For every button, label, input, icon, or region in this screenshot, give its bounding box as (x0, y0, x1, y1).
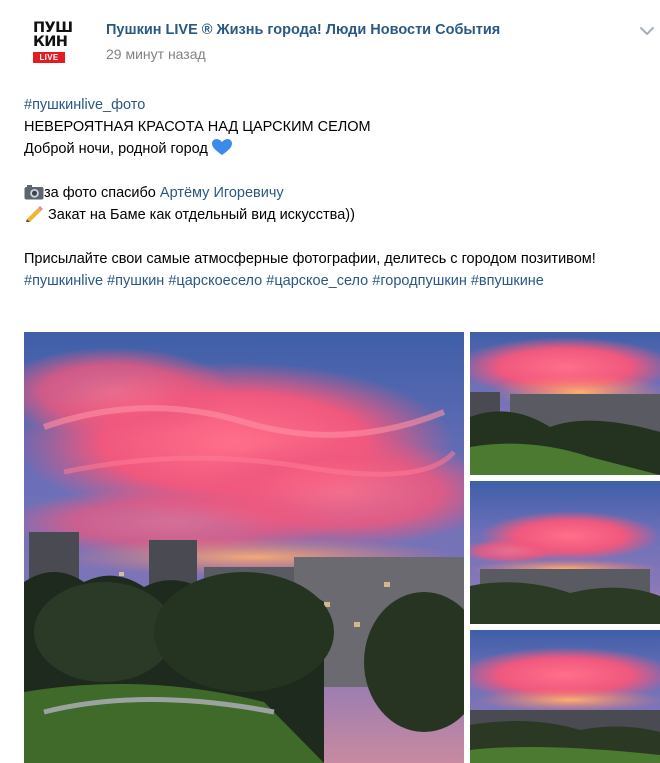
photo-thanks-text: за фото спасибо (44, 185, 160, 201)
hashtag-link[interactable]: #городпушкин (372, 273, 467, 289)
post-headline: НЕВЕРОЯТНАЯ КРАСОТА НАД ЦАРСКИМ СЕЛОМ (24, 119, 371, 135)
hashtag-pushkinlive-foto[interactable]: #пушкинlive_фото (24, 97, 145, 113)
post-photo-thumbnail[interactable] (470, 481, 660, 624)
hashtags-row: #пушкинlive #пушкин #царскоесело #царско… (24, 270, 624, 292)
post-text: #пушкинlive_фото НЕВЕРОЯТНАЯ КРАСОТА НАД… (24, 94, 624, 292)
invite-text: Присылайте свои самые атмосферные фотогр… (24, 251, 596, 267)
hashtag-link[interactable]: #царское_село (266, 273, 368, 289)
hashtag-link[interactable]: #царскоесело (168, 273, 262, 289)
post-timestamp[interactable]: 29 минут назад (106, 46, 206, 62)
goodnight-text: Доброй ночи, родной город (24, 141, 208, 157)
chevron-down-icon[interactable] (638, 25, 656, 37)
photographer-link[interactable]: Артёму Игоревичу (160, 185, 284, 201)
avatar-logo-line1: ПУШ (33, 20, 73, 36)
group-avatar[interactable]: ПУШ КИН LIVE (24, 15, 74, 65)
group-name-link[interactable]: Пушкин LIVE ® Жизнь города! Люди Новости… (106, 22, 500, 38)
pencil-icon (25, 206, 43, 222)
photo-caption: Закат на Баме как отдельный вид искусств… (44, 207, 355, 223)
avatar-live-badge: LIVE (33, 52, 65, 63)
hashtag-link[interactable]: #впушкине (471, 273, 544, 289)
post-photo-main[interactable] (24, 332, 464, 763)
blue-heart-icon (211, 139, 232, 155)
hashtag-link[interactable]: #пушкин (107, 273, 164, 289)
post-photo-thumbnail[interactable] (470, 332, 660, 475)
camera-icon (24, 185, 44, 200)
hashtag-link[interactable]: #пушкинlive (24, 273, 103, 289)
post-photo-thumbnail[interactable] (470, 630, 660, 763)
avatar-logo-line2: КИН (33, 34, 68, 50)
